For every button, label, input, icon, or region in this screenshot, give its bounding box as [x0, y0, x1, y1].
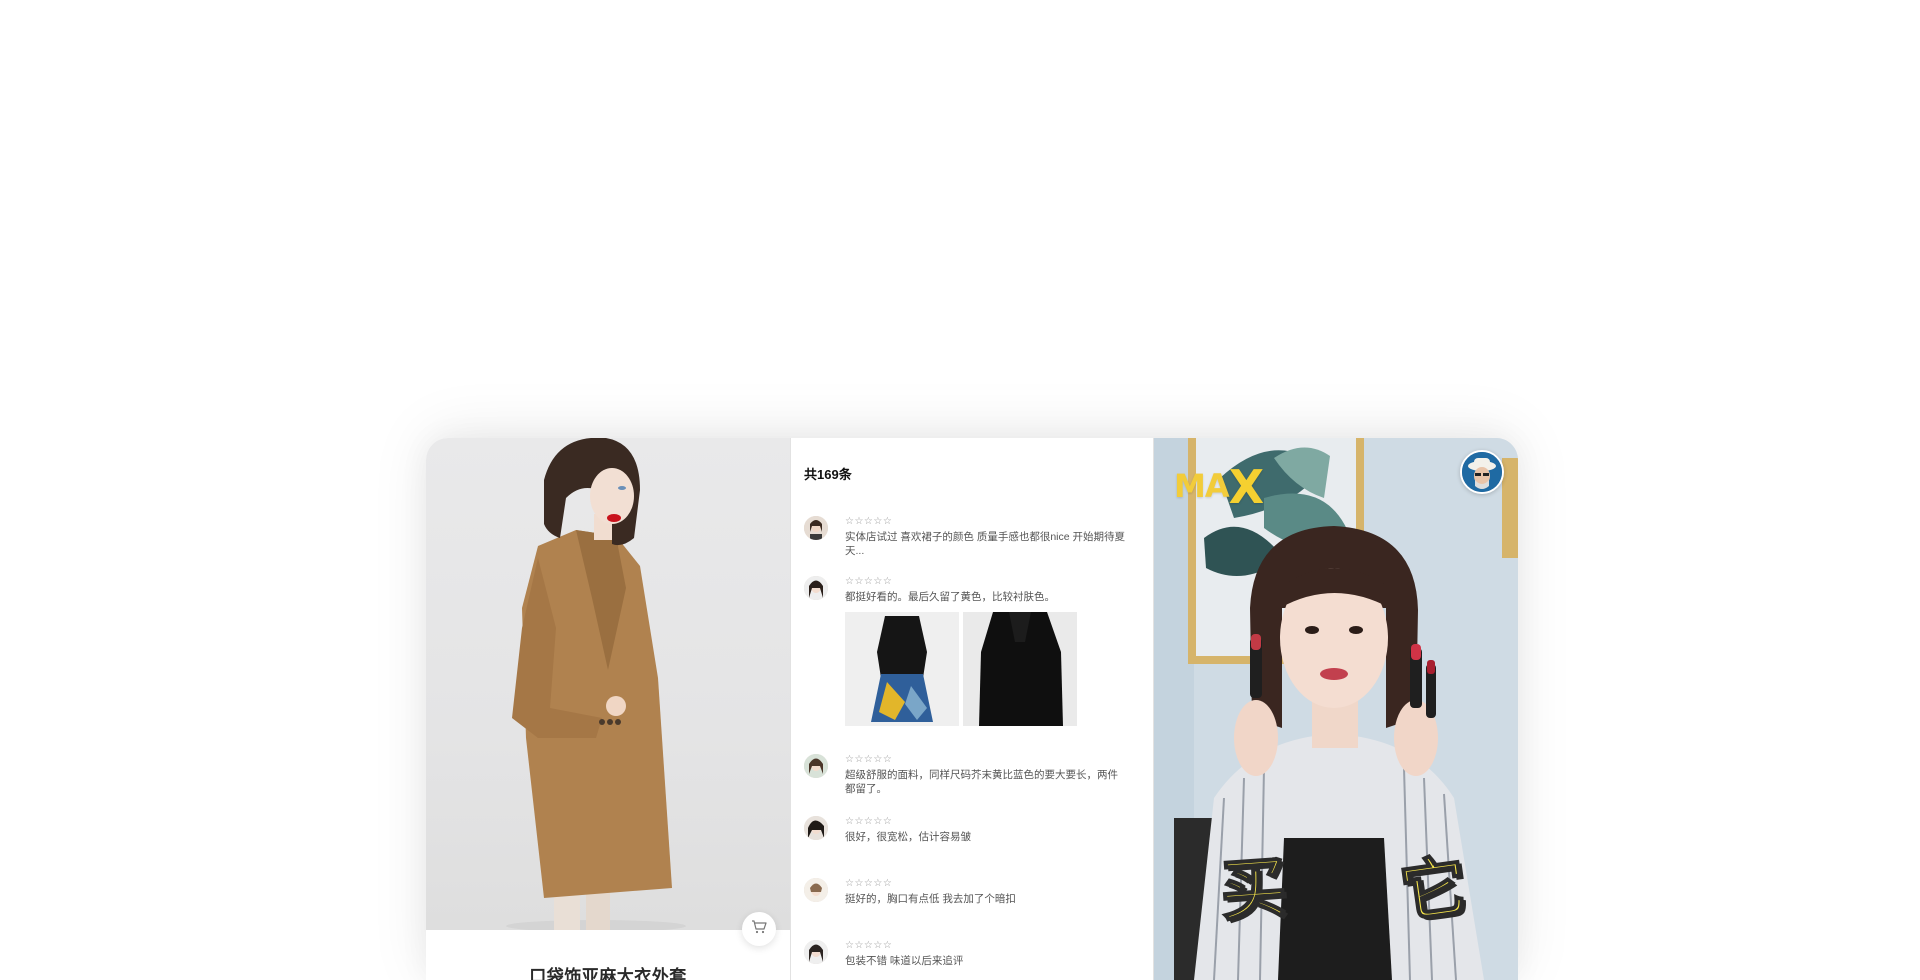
reviewer-avatar	[804, 754, 828, 778]
reviewer-avatar	[804, 878, 828, 902]
rating-stars: ☆☆☆☆☆	[845, 878, 893, 889]
rating-stars: ☆☆☆☆☆	[845, 754, 893, 765]
review-photo[interactable]	[963, 612, 1077, 726]
review-text: 包装不错 味道以后来追评	[845, 955, 964, 967]
reviewer-avatar	[804, 816, 828, 840]
brand-logo: MAX	[1174, 460, 1264, 514]
reviewer-avatar	[804, 516, 828, 540]
reviewer-avatar	[804, 940, 828, 964]
product-title: 口袋饰亚麻大衣外套	[529, 967, 687, 980]
review-photo[interactable]	[845, 612, 959, 726]
cart-icon	[751, 919, 767, 939]
feature-showcase-card: 口袋饰亚麻大衣外套 共169条 ☆☆☆☆☆ 实体店试过 喜欢裙子的颜色 质量手感…	[426, 438, 1518, 980]
rating-stars: ☆☆☆☆☆	[845, 816, 893, 827]
review-text: 挺好的，胸口有点低 我去加了个暗扣	[845, 893, 1016, 905]
product-photo[interactable]	[426, 438, 790, 930]
review-images	[845, 612, 1077, 726]
review-count: 共169条	[804, 467, 852, 482]
video-caption-buy: 买	[1217, 848, 1290, 931]
rating-stars: ☆☆☆☆☆	[845, 576, 893, 587]
review-text: 都挺好看的。最后久留了黄色，比较衬肤色。	[845, 591, 1055, 603]
video-caption-it: 它	[1395, 846, 1473, 933]
video-panel[interactable]: MAX 买 它	[1154, 438, 1518, 980]
creator-avatar[interactable]	[1460, 450, 1504, 494]
product-panel[interactable]: 口袋饰亚麻大衣外套	[426, 438, 790, 980]
reviewer-avatar	[804, 576, 828, 600]
review-text: 实体店试过 喜欢裙子的颜色 质量手感也都很nice 开始期待夏天...	[845, 531, 1126, 557]
add-to-cart-button[interactable]	[742, 912, 776, 946]
review-text: 超级舒服的面料，同样尺码芥末黄比蓝色的要大要长，两件都留了。	[845, 769, 1118, 795]
rating-stars: ☆☆☆☆☆	[845, 940, 893, 951]
rating-stars: ☆☆☆☆☆	[845, 516, 893, 527]
review-text: 很好，很宽松，估计容易皱	[845, 831, 971, 843]
reviews-panel: 共169条 ☆☆☆☆☆ 实体店试过 喜欢裙子的颜色 质量手感也都很nice 开始…	[790, 438, 1154, 980]
